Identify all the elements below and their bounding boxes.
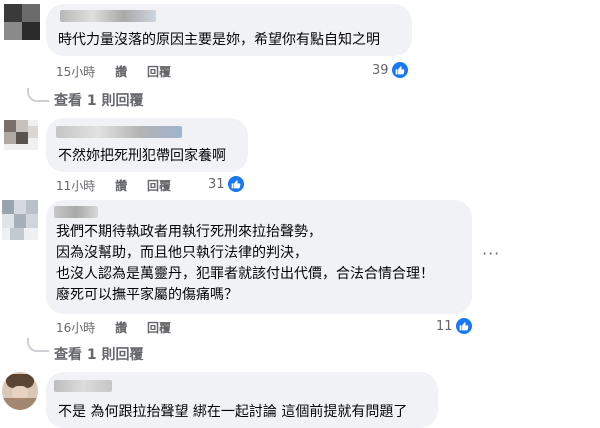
comment-text-line-2: 因為沒幫助，而且他只執行法律的判決， [56, 245, 308, 261]
view-replies-link[interactable]: 查看 1 則回覆 [54, 90, 144, 110]
comment-time[interactable]: 16小時 [56, 321, 95, 335]
reaction-count[interactable]: 11 [436, 317, 473, 335]
comment-text: 時代力量沒落的原因主要是妳，希望你有點自知之明 [58, 32, 380, 48]
reply-button[interactable]: 回覆 [147, 179, 171, 193]
thumbs-up-icon [226, 175, 245, 193]
like-count: 31 [208, 176, 225, 192]
comment-text-line-3: 也沒人認為是萬靈丹，犯罪者就該付出代價，合法合情合理！ [56, 266, 434, 282]
comment-text-line-4: 廢死可以撫平家屬的傷痛嗎？ [56, 287, 238, 303]
comment-actions: 16小時 讚 回覆 [56, 319, 187, 336]
avatar[interactable] [4, 120, 38, 150]
author-name[interactable] [60, 10, 156, 22]
view-replies-link[interactable]: 查看 1 則回覆 [54, 344, 144, 364]
avatar[interactable] [2, 372, 38, 410]
like-count: 39 [372, 62, 389, 78]
avatar[interactable] [2, 200, 38, 240]
reply-thread-line [27, 338, 49, 352]
reply-button[interactable]: 回覆 [147, 321, 171, 335]
reaction-count[interactable]: 39 [372, 61, 409, 79]
comment-text: 不是 為何跟拉抬聲望 綁在一起討論 這個前提就有問題了 [58, 404, 408, 420]
comment-bubble: 時代力量沒落的原因主要是妳，希望你有點自知之明 [46, 4, 412, 56]
like-count: 11 [436, 318, 453, 334]
like-button[interactable]: 讚 [115, 321, 127, 335]
reply-thread-line [27, 88, 49, 102]
comment-bubble: 我們不期待執政者用執行死刑來拉抬聲勢， 因為沒幫助，而且他只執行法律的判決， 也… [46, 200, 472, 314]
like-button[interactable]: 讚 [115, 65, 127, 79]
comment-actions: 11小時 讚 回覆 [56, 177, 187, 194]
comment-text: 不然妳把死刑犯帶回家養啊 [58, 148, 226, 164]
comment-time[interactable]: 15小時 [56, 65, 95, 79]
author-name[interactable] [54, 206, 98, 218]
reaction-count[interactable]: 31 [208, 175, 245, 193]
like-button[interactable]: 讚 [115, 179, 127, 193]
avatar[interactable] [4, 4, 40, 40]
author-name[interactable] [54, 380, 112, 392]
more-options-icon[interactable]: ··· [482, 244, 500, 263]
thumbs-up-icon [390, 61, 409, 79]
comment-bubble: 不然妳把死刑犯帶回家養啊 [46, 118, 248, 172]
author-name[interactable] [56, 126, 182, 138]
thumbs-up-icon [454, 317, 473, 335]
comment-bubble: 不是 為何跟拉抬聲望 綁在一起討論 這個前提就有問題了 [46, 372, 438, 428]
comment-time[interactable]: 11小時 [56, 179, 95, 193]
comment-text-line-1: 我們不期待執政者用執行死刑來拉抬聲勢， [56, 224, 322, 240]
reply-button[interactable]: 回覆 [147, 65, 171, 79]
comment-actions: 15小時 讚 回覆 [56, 63, 187, 80]
